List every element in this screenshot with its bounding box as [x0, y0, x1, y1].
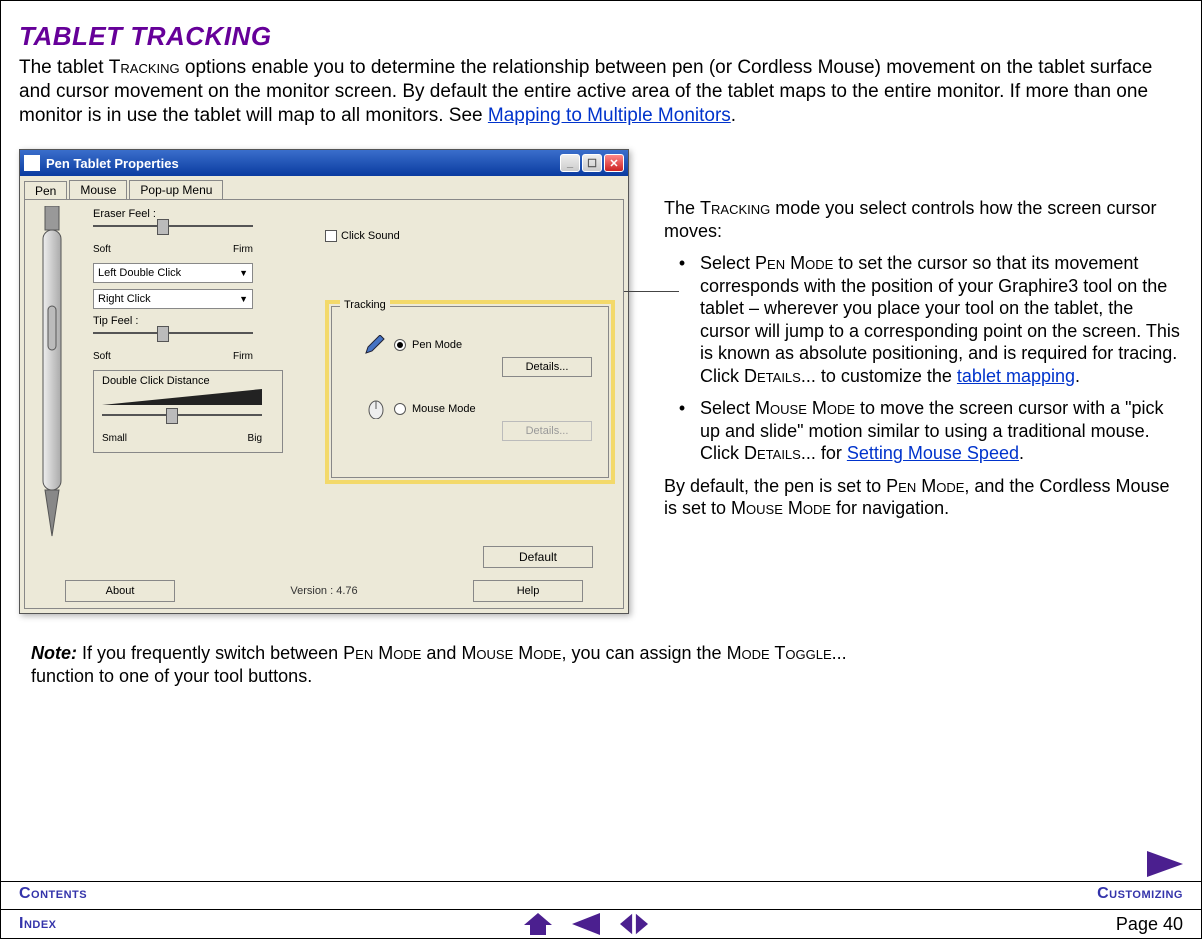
intro-tracking-sc: Tracking: [109, 57, 180, 78]
mouse-icon: [364, 399, 388, 419]
slider-mark-soft: Soft: [93, 351, 111, 362]
click-sound-label: Click Sound: [341, 230, 400, 242]
side-text: By default, the pen is set to: [664, 476, 886, 496]
dropdown-value: Left Double Click: [98, 267, 181, 279]
slider-mark-big: Big: [248, 433, 262, 444]
double-click-distance-slider[interactable]: [102, 414, 262, 416]
link-setting-mouse-speed[interactable]: Setting Mouse Speed: [847, 443, 1019, 463]
slider-mark-firm: Firm: [233, 351, 253, 362]
next-page-arrow[interactable]: [1147, 851, 1183, 882]
mouse-mode-label: Mouse Mode: [412, 403, 476, 415]
li-text: Select: [700, 398, 755, 418]
close-button[interactable]: ✕: [604, 154, 624, 172]
pen-icon: [364, 335, 388, 355]
slider-mark-firm: Firm: [233, 244, 253, 255]
dropdown-value: Right Click: [98, 293, 151, 305]
mouse-mode-radio[interactable]: Mouse Mode: [364, 399, 598, 419]
pen-illustration: [31, 206, 73, 576]
sc-details: Details: [744, 443, 801, 463]
side-text: for navigation.: [831, 498, 949, 518]
bullet-icon: •: [664, 397, 700, 465]
checkbox-box: [325, 230, 337, 242]
app-icon: [24, 155, 40, 171]
tracking-highlight: Tracking Pen Mode Details...: [325, 300, 615, 484]
bullet-icon: •: [664, 252, 700, 387]
chevron-down-icon: ▼: [239, 294, 248, 304]
dcd-wedge-icon: [102, 389, 262, 407]
eraser-feel-slider[interactable]: [93, 225, 253, 227]
mouse-mode-details-button: Details...: [502, 421, 592, 441]
pen-mode-label: Pen Mode: [412, 339, 462, 351]
pen-mode-radio[interactable]: Pen Mode: [364, 335, 598, 355]
divider-line: [1, 881, 1201, 882]
li-text: Select: [700, 253, 755, 273]
tab-mouse[interactable]: Mouse: [69, 180, 127, 199]
link-mapping-multiple-monitors[interactable]: Mapping to Multiple Monitors: [488, 105, 731, 126]
sc-tracking: Tracking: [700, 198, 770, 218]
version-label: Version : 4.76: [175, 585, 473, 597]
intro-text3: .: [731, 105, 736, 126]
pen-tablet-dialog: Pen Tablet Properties _ ☐ ✕ Pen Mouse Po…: [19, 149, 629, 614]
chevron-down-icon: ▼: [239, 268, 248, 278]
slider-mark-soft: Soft: [93, 244, 111, 255]
li-text: .: [1075, 366, 1080, 386]
link-tablet-mapping[interactable]: tablet mapping: [957, 366, 1075, 386]
about-button[interactable]: About: [65, 580, 175, 602]
intro-paragraph: The tablet Tracking options enable you t…: [19, 56, 1183, 127]
minimize-button[interactable]: _: [560, 154, 580, 172]
home-icon[interactable]: [524, 913, 552, 935]
page-number: Page 40: [1116, 914, 1183, 935]
page-title: TABLET TRACKING: [19, 21, 1183, 52]
sc-mouse-mode: Mouse Mode: [755, 398, 855, 418]
note-label: Note:: [31, 643, 77, 663]
default-button[interactable]: Default: [483, 546, 593, 568]
note-text: and: [421, 643, 461, 663]
intro-text: The tablet: [19, 57, 109, 78]
double-click-distance-label: Double Click Distance: [102, 375, 274, 387]
contents-link[interactable]: Contents: [19, 885, 87, 903]
note-text: If you frequently switch between: [77, 643, 343, 663]
customizing-link[interactable]: Customizing: [1097, 885, 1183, 903]
li-text: ... to customize the: [801, 366, 957, 386]
click-sound-checkbox[interactable]: Click Sound: [325, 230, 400, 242]
tab-body: Eraser Feel : Soft Firm Left Double Click…: [24, 199, 624, 609]
sc-pen-mode: Pen Mode: [755, 253, 833, 273]
bottom-button-dropdown[interactable]: Right Click ▼: [93, 289, 253, 309]
tracking-legend: Tracking: [340, 299, 390, 311]
li-text: ... for: [801, 443, 847, 463]
sc-pen-mode: Pen Mode: [886, 476, 964, 496]
tip-feel-slider[interactable]: [93, 332, 253, 334]
index-link[interactable]: Index: [19, 915, 57, 933]
window-title: Pen Tablet Properties: [46, 156, 179, 171]
side-text: The: [664, 198, 700, 218]
sc-mouse-mode: Mouse Mode: [731, 498, 831, 518]
pen-mode-details-button[interactable]: Details...: [502, 357, 592, 377]
tracking-group: Tracking Pen Mode Details...: [331, 306, 609, 478]
back-icon[interactable]: [572, 913, 600, 935]
sc-mouse-mode: Mouse Mode: [461, 643, 561, 663]
slider-mark-small: Small: [102, 433, 127, 444]
eraser-feel-label: Eraser Feel :: [93, 208, 615, 220]
screenshot-column: Pen Tablet Properties _ ☐ ✕ Pen Mouse Po…: [19, 149, 634, 614]
top-button-dropdown[interactable]: Left Double Click ▼: [93, 263, 253, 283]
titlebar: Pen Tablet Properties _ ☐ ✕: [20, 150, 628, 176]
sc-mode-toggle: Mode Toggle: [727, 643, 832, 663]
note-paragraph: Note: If you frequently switch between P…: [19, 642, 849, 687]
sc-details: Details: [744, 366, 801, 386]
li-text: .: [1019, 443, 1024, 463]
help-button[interactable]: Help: [473, 580, 583, 602]
divider-line: [1, 909, 1201, 910]
description-column: The Tracking mode you select controls ho…: [664, 149, 1183, 614]
note-text: , you can assign the: [561, 643, 726, 663]
tab-pen[interactable]: Pen: [24, 181, 67, 200]
tab-popup-menu[interactable]: Pop-up Menu: [129, 180, 223, 199]
prev-next-icon[interactable]: [620, 913, 648, 935]
sc-pen-mode: Pen Mode: [343, 643, 421, 663]
maximize-button[interactable]: ☐: [582, 154, 602, 172]
tab-strip: Pen Mouse Pop-up Menu: [20, 176, 628, 199]
